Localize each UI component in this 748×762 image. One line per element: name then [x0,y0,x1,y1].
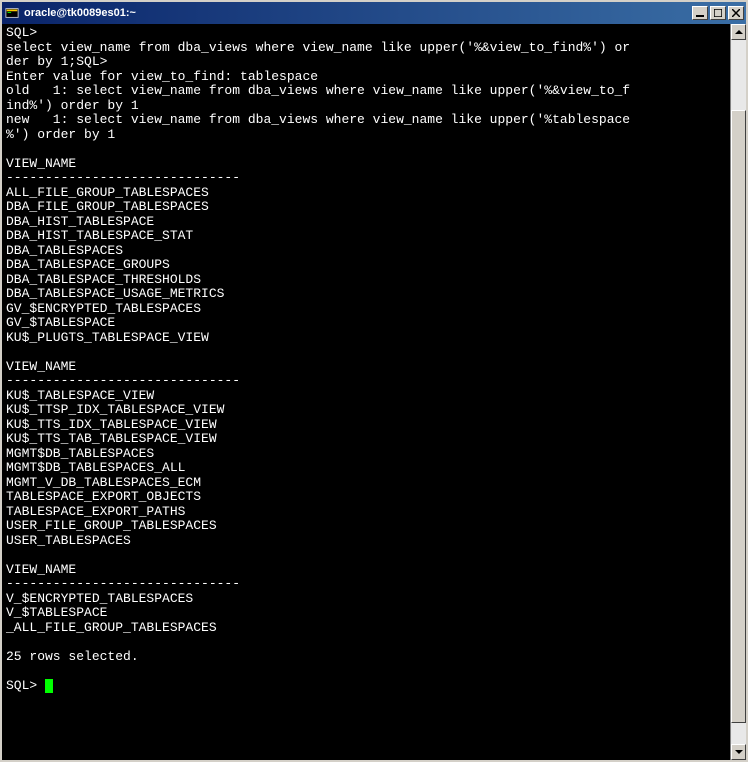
scroll-down-button[interactable] [731,744,746,760]
terminal-output[interactable]: SQL> select view_name from dba_views whe… [2,24,730,760]
terminal-area: SQL> select view_name from dba_views whe… [2,24,746,760]
minimize-button[interactable] [692,6,708,20]
maximize-button[interactable] [710,6,726,20]
cursor [45,679,53,693]
window-title: oracle@tk0089es01:~ [24,7,692,19]
vertical-scrollbar [730,24,746,760]
titlebar: oracle@tk0089es01:~ [2,2,746,24]
terminal-window: oracle@tk0089es01:~ SQL> select view_nam… [0,0,748,762]
scroll-thumb[interactable] [731,110,746,722]
close-button[interactable] [728,6,744,20]
scroll-up-button[interactable] [731,24,746,40]
scroll-track[interactable] [731,40,746,744]
window-controls [692,6,744,20]
app-icon [4,5,20,21]
